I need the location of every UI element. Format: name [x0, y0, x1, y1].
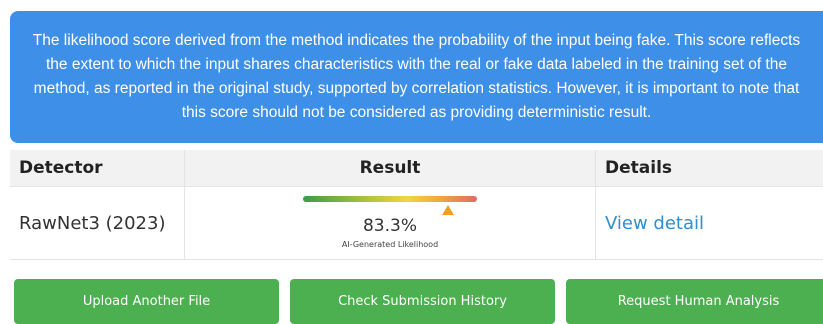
table-row: RawNet3 (2023) 83.3% AI-Generated Likeli…	[10, 187, 823, 260]
detector-name: RawNet3 (2023)	[10, 187, 185, 260]
likelihood-gauge: 83.3% AI-Generated Likelihood	[303, 194, 477, 252]
disclaimer-line: the extent to which the input shares cha…	[10, 53, 823, 77]
upload-another-file-button[interactable]: Upload Another File	[14, 279, 279, 324]
likelihood-score: 83.3%	[303, 216, 477, 236]
view-detail-link[interactable]: View detail	[605, 213, 704, 234]
disclaimer-line: this score should not be considered as p…	[10, 101, 823, 125]
details-column-header: Details	[596, 150, 823, 187]
disclaimer-line: method, as reported in the original stud…	[10, 77, 823, 101]
detection-results-table: Detector Result Details RawNet3 (2023) 8…	[10, 150, 823, 260]
detector-column-header: Detector	[10, 150, 185, 187]
check-submission-history-button[interactable]: Check Submission History	[290, 279, 555, 324]
details-cell: View detail	[596, 187, 823, 260]
request-human-analysis-button[interactable]: Request Human Analysis	[566, 279, 823, 324]
table-header-row: Detector Result Details	[10, 150, 823, 187]
result-cell: 83.3% AI-Generated Likelihood	[185, 187, 596, 260]
disclaimer-notice: The likelihood score derived from the me…	[10, 11, 823, 143]
likelihood-gradient-bar	[303, 196, 477, 202]
action-buttons: Upload Another File Check Submission His…	[14, 279, 823, 324]
result-column-header: Result	[185, 150, 596, 187]
disclaimer-line: The likelihood score derived from the me…	[10, 29, 823, 53]
likelihood-caption: AI-Generated Likelihood	[303, 240, 477, 249]
likelihood-marker-icon	[442, 205, 454, 215]
